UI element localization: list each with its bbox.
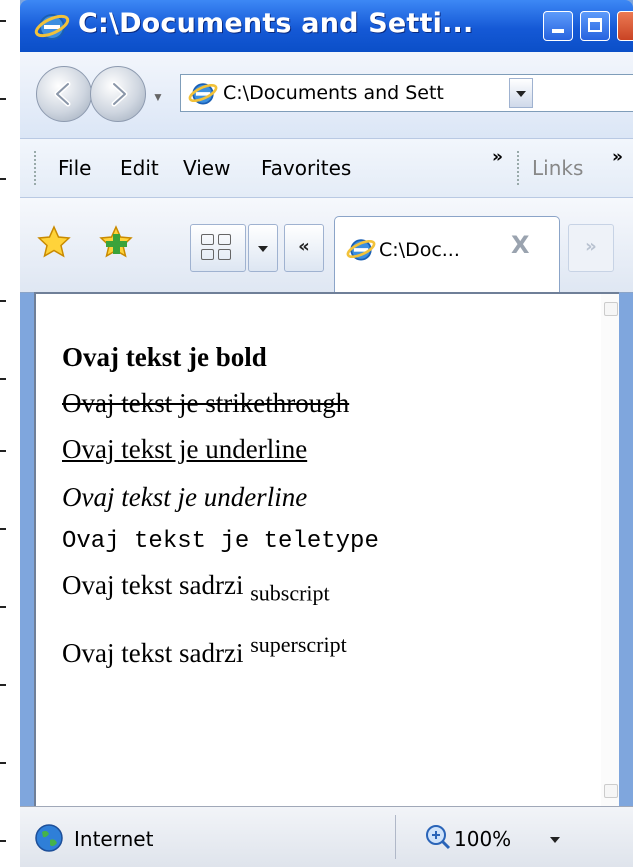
italic-text: Ovaj tekst je underline	[62, 482, 308, 512]
tab-scroll-right-button[interactable]: »	[568, 224, 614, 272]
underline-text: Ovaj tekst je underline	[62, 434, 308, 464]
tab-close-button[interactable]: X	[511, 231, 530, 259]
strikethrough-text: Ovaj tekst je strikethrough	[62, 388, 350, 418]
tab-label: C:\Doc...	[379, 239, 460, 261]
close-button[interactable]	[617, 11, 633, 41]
subscript-prefix: Ovaj tekst sadrzi	[62, 570, 244, 600]
globe-icon	[35, 824, 63, 852]
teletype-text: Ovaj tekst je teletype	[62, 528, 379, 555]
tab-active[interactable]: C:\Doc... X	[334, 216, 560, 292]
navigation-bar: ▼ C:\Documents and Sett	[20, 52, 633, 139]
toolbar-grip[interactable]	[34, 151, 39, 185]
superscript-text: superscript	[250, 632, 347, 657]
edge-mark	[0, 606, 6, 608]
quick-tabs-button[interactable]	[190, 224, 246, 272]
favorites-star-icon[interactable]	[36, 224, 72, 260]
edge-mark	[0, 378, 6, 380]
edge-mark	[0, 684, 6, 686]
recent-pages-dropdown[interactable]: ▼	[152, 90, 164, 104]
edge-mark	[0, 450, 6, 452]
links-overflow-chevron[interactable]: »	[612, 147, 623, 167]
address-text[interactable]: C:\Documents and Sett	[223, 82, 444, 104]
superscript-prefix: Ovaj tekst sadrzi	[62, 638, 244, 668]
subscript-line: Ovaj tekst sadrzi subscript	[62, 570, 330, 606]
edge-mark	[0, 178, 6, 180]
edge-mark	[0, 20, 6, 22]
desktop-edge	[0, 0, 20, 866]
scroll-up-button[interactable]	[604, 302, 618, 316]
ie-logo-icon	[188, 83, 218, 105]
menu-file[interactable]: File	[58, 156, 91, 180]
vertical-scrollbar[interactable]	[601, 294, 619, 806]
edge-mark	[0, 98, 6, 100]
menu-edit[interactable]: Edit	[120, 156, 159, 180]
status-separator	[395, 815, 396, 859]
tab-scroll-left-button[interactable]: «	[284, 224, 324, 272]
page-content: Ovaj tekst je bold Ovaj tekst je striket…	[34, 292, 619, 806]
tab-bar: « C:\Doc... X »	[20, 198, 633, 293]
back-arrow-icon	[54, 81, 71, 107]
security-zone-label: Internet	[74, 827, 154, 851]
forward-button[interactable]	[90, 66, 146, 122]
tab-list-dropdown[interactable]	[248, 224, 278, 272]
edge-mark	[0, 528, 6, 530]
quick-tabs-icon	[201, 234, 233, 262]
edge-mark	[0, 840, 6, 842]
superscript-line: Ovaj tekst sadrzi superscript	[62, 632, 347, 669]
status-bar: Internet 100%	[20, 806, 633, 867]
back-button[interactable]	[36, 66, 92, 122]
zoom-icon[interactable]	[424, 823, 452, 851]
toolbar-grip[interactable]	[517, 151, 522, 185]
maximize-button[interactable]	[580, 11, 610, 41]
subscript-text: subscript	[250, 580, 330, 606]
menu-overflow-chevron[interactable]: »	[492, 147, 503, 167]
menu-view[interactable]: View	[183, 156, 230, 180]
scroll-down-button[interactable]	[604, 784, 618, 798]
add-favorite-icon[interactable]	[98, 224, 134, 260]
title-bar[interactable]: C:\Documents and Setti...	[20, 0, 633, 52]
ie-logo-icon	[346, 239, 376, 261]
minimize-button[interactable]	[543, 11, 573, 41]
zoom-dropdown-button[interactable]	[550, 837, 560, 843]
bold-text: Ovaj tekst je bold	[62, 342, 267, 372]
address-dropdown-button[interactable]	[509, 78, 533, 108]
zoom-level[interactable]: 100%	[454, 827, 511, 851]
address-bar[interactable]: C:\Documents and Sett	[180, 74, 633, 112]
ie-logo-icon	[34, 14, 70, 40]
edge-mark	[0, 762, 6, 764]
menu-favorites[interactable]: Favorites	[261, 156, 351, 180]
links-toolbar-label[interactable]: Links	[532, 156, 583, 180]
window-title: C:\Documents and Setti...	[78, 8, 474, 39]
menu-bar: File Edit View Favorites » Links »	[20, 139, 633, 198]
forward-arrow-icon	[111, 81, 128, 107]
edge-mark	[0, 300, 6, 302]
browser-window: C:\Documents and Setti... ▼ C:\Documents…	[20, 0, 633, 867]
